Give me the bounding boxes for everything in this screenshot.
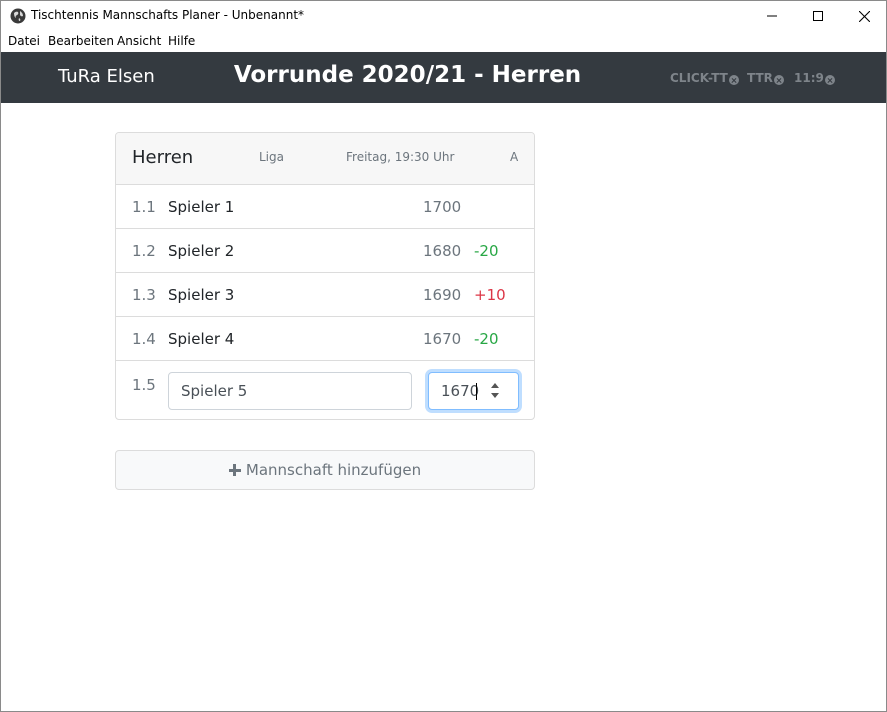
- stepper-up-icon[interactable]: [491, 383, 499, 388]
- nav-score-label: 11:9: [794, 71, 824, 85]
- close-icon: [858, 10, 870, 22]
- player-name: Spieler 1: [168, 198, 235, 216]
- player-rating: 1690: [423, 286, 462, 304]
- app-header: TuRa Elsen Vorrunde 2020/21 - Herren CLI…: [1, 52, 886, 103]
- team-week[interactable]: A: [510, 150, 518, 164]
- team-league[interactable]: Liga: [259, 150, 284, 164]
- maximize-button[interactable]: [795, 1, 841, 31]
- player-row[interactable]: 1.1 Spieler 1 1700: [116, 185, 534, 229]
- player-rating: 1670: [423, 330, 462, 348]
- player-position: 1.3: [132, 286, 156, 304]
- close-button[interactable]: [841, 1, 886, 31]
- player-edit-row: 1.5 Spieler 5 1670: [116, 361, 534, 419]
- player-rating: 1700: [423, 198, 462, 216]
- player-row[interactable]: 1.2 Spieler 2 1680 -20: [116, 229, 534, 273]
- close-circle-icon[interactable]: [728, 75, 739, 85]
- menu-hilfe[interactable]: Hilfe: [168, 34, 195, 48]
- nav-click-tt[interactable]: CLICK-TT: [670, 71, 739, 85]
- player-name: Spieler 3: [168, 286, 235, 304]
- player-name: Spieler 4: [168, 330, 235, 348]
- globe-icon: [10, 8, 26, 24]
- minimize-icon: [767, 15, 777, 17]
- menu-datei[interactable]: Datei: [8, 34, 40, 48]
- player-rating-input[interactable]: 1670: [428, 372, 519, 410]
- player-rating-delta: -20: [474, 330, 499, 348]
- player-rating: 1680: [423, 242, 462, 260]
- nav-ttr-label: TTR: [747, 71, 773, 85]
- player-row[interactable]: 1.3 Spieler 3 1690 +10: [116, 273, 534, 317]
- team-name[interactable]: Herren: [132, 147, 193, 168]
- window-title: Tischtennis Mannschafts Planer - Unbenan…: [31, 8, 305, 22]
- plus-icon: [228, 464, 241, 476]
- menu-bearbeiten[interactable]: Bearbeiten: [48, 34, 114, 48]
- player-rating-delta: +10: [474, 286, 506, 304]
- menu-bar: Datei Bearbeiten Ansicht Hilfe: [1, 31, 886, 51]
- rating-stepper[interactable]: [491, 381, 501, 401]
- player-name-input[interactable]: Spieler 5: [168, 372, 412, 410]
- team-schedule[interactable]: Freitag, 19:30 Uhr: [346, 150, 454, 164]
- nav-click-tt-label: CLICK-TT: [670, 71, 728, 85]
- close-circle-icon[interactable]: [824, 75, 835, 85]
- text-cursor: [476, 383, 477, 400]
- menu-ansicht[interactable]: Ansicht: [117, 34, 161, 48]
- team-card: Herren Liga Freitag, 19:30 Uhr A 1.1 Spi…: [115, 132, 535, 420]
- app-window: Tischtennis Mannschafts Planer - Unbenan…: [0, 0, 887, 712]
- player-position: 1.4: [132, 330, 156, 348]
- add-team-button[interactable]: Mannschaft hinzufügen: [115, 450, 535, 490]
- player-position: 1.5: [132, 376, 156, 394]
- player-name: Spieler 2: [168, 242, 235, 260]
- player-rating-delta: -20: [474, 242, 499, 260]
- add-team-label: Mannschaft hinzufügen: [245, 461, 422, 479]
- minimize-button[interactable]: [749, 1, 795, 31]
- close-circle-icon[interactable]: [773, 75, 784, 85]
- player-position: 1.1: [132, 198, 156, 216]
- team-card-header: Herren Liga Freitag, 19:30 Uhr A: [116, 133, 534, 185]
- player-row[interactable]: 1.4 Spieler 4 1670 -20: [116, 317, 534, 361]
- stepper-down-icon[interactable]: [491, 393, 499, 398]
- player-position: 1.2: [132, 242, 156, 260]
- nav-score[interactable]: 11:9: [794, 71, 835, 85]
- nav-ttr[interactable]: TTR: [747, 71, 784, 85]
- player-rating-value: 1670: [441, 382, 480, 400]
- title-bar[interactable]: Tischtennis Mannschafts Planer - Unbenan…: [1, 1, 886, 31]
- maximize-icon: [813, 11, 823, 21]
